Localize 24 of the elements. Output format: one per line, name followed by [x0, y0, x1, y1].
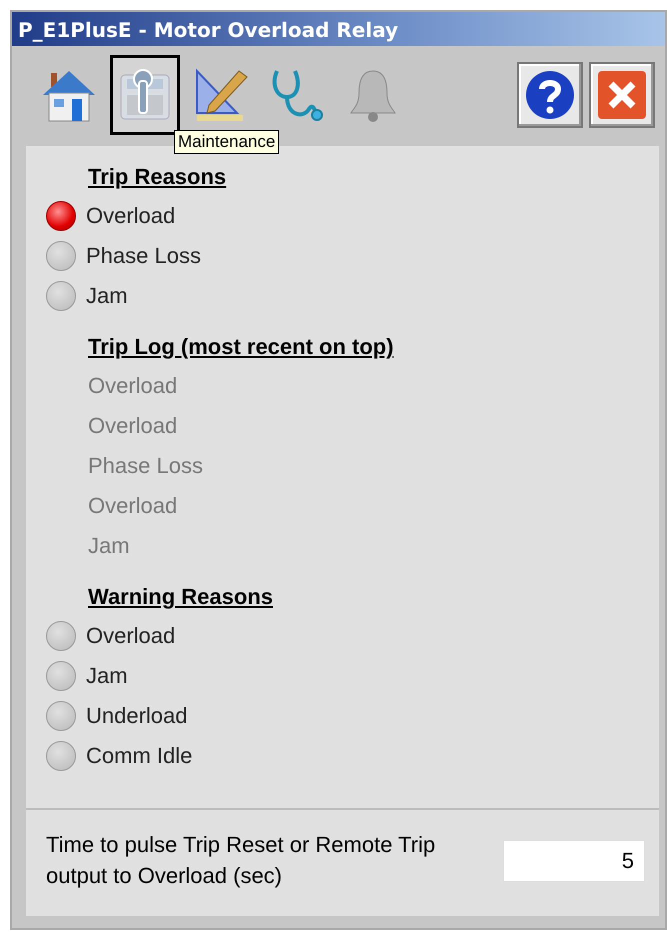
help-button[interactable]: [517, 62, 583, 128]
log-entry: Overload: [88, 373, 178, 399]
maintenance-tab[interactable]: [110, 55, 180, 135]
indicator-label: Phase Loss: [86, 243, 201, 269]
setting-label: Time to pulse Trip Reset or Remote Trip output to Overload (sec): [46, 831, 436, 890]
indicator-label: Jam: [86, 663, 128, 689]
section-heading: Trip Reasons: [88, 164, 228, 190]
indicator-label: Overload: [86, 623, 176, 649]
close-button[interactable]: [589, 62, 655, 128]
log-entry: Phase Loss: [88, 453, 203, 479]
indicator-label: Comm Idle: [86, 743, 192, 769]
indicator-label: Jam: [86, 283, 128, 309]
help-icon: [524, 69, 576, 121]
section-heading: Trip Log (most recent on top): [88, 334, 395, 360]
window-title: P_E1PlusE - Motor Overload Relay: [12, 12, 665, 46]
log-entry: Overload: [88, 493, 178, 519]
indicator-label: Underload: [86, 703, 188, 729]
close-icon: [596, 69, 648, 121]
section-heading: Warning Reasons: [88, 584, 274, 610]
log-entry: Overload: [88, 413, 178, 439]
indicator-label: Overload: [86, 203, 176, 229]
time-input-field[interactable]: 5: [503, 840, 645, 882]
tooltip: Maintenance: [174, 130, 280, 154]
log-entry: Jam: [88, 533, 130, 559]
